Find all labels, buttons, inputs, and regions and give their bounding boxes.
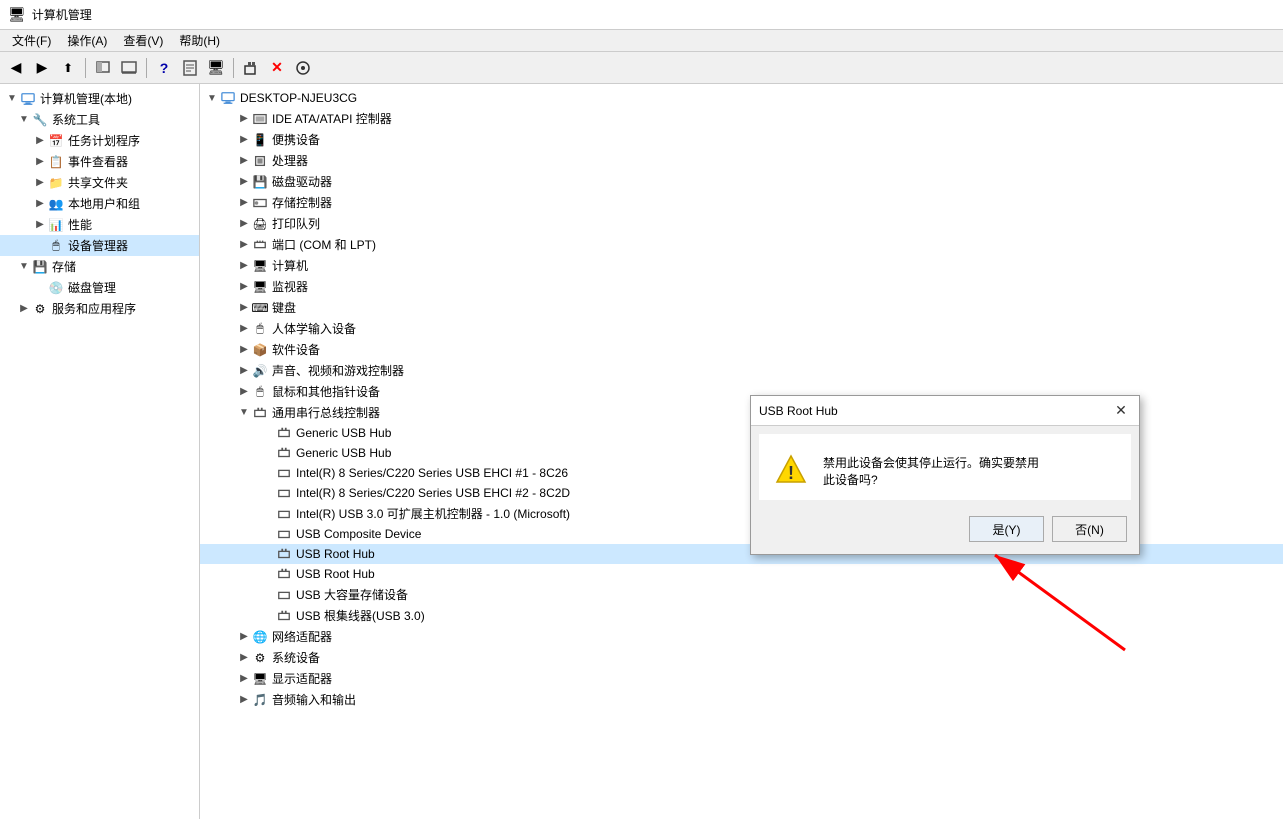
- dialog-overlay: USB Root Hub ✕ ! 禁用此设备会使其停止运行。确实要禁用 此设备吗…: [0, 0, 1283, 819]
- dialog-message-line1: 禁用此设备会使其停止运行。确实要禁用: [823, 454, 1039, 471]
- dialog-content: ! 禁用此设备会使其停止运行。确实要禁用 此设备吗?: [759, 434, 1131, 500]
- dialog-no-button[interactable]: 否(N): [1052, 516, 1127, 542]
- usb-root-hub-dialog: USB Root Hub ✕ ! 禁用此设备会使其停止运行。确实要禁用 此设备吗…: [750, 395, 1140, 555]
- dialog-message: 禁用此设备会使其停止运行。确实要禁用 此设备吗?: [823, 454, 1039, 488]
- dialog-buttons: 是(Y) 否(N): [751, 508, 1139, 554]
- warning-icon: !: [775, 454, 807, 486]
- dialog-title-bar: USB Root Hub ✕: [751, 396, 1139, 426]
- dialog-close-button[interactable]: ✕: [1111, 401, 1131, 421]
- dialog-title-text: USB Root Hub: [759, 404, 838, 418]
- svg-text:!: !: [788, 463, 794, 483]
- dialog-message-line2: 此设备吗?: [823, 471, 1039, 488]
- dialog-yes-button[interactable]: 是(Y): [969, 516, 1044, 542]
